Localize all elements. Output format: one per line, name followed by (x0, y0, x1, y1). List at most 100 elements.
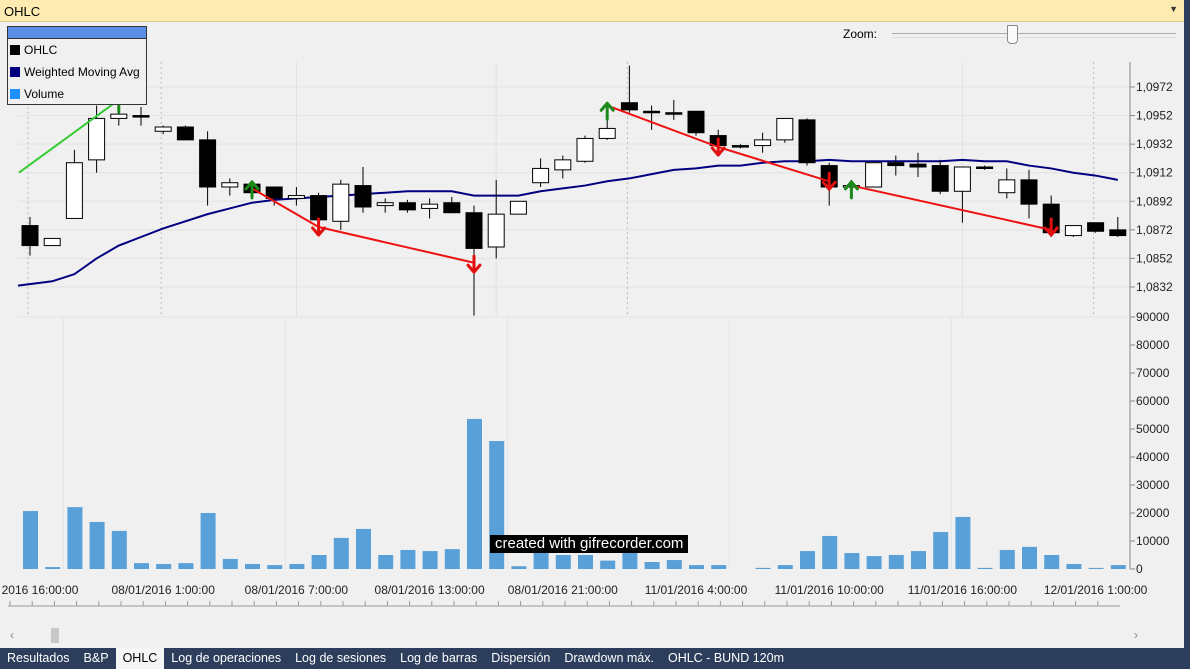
candle-body (1020, 179, 1038, 205)
scroll-right-icon[interactable]: › (1134, 628, 1138, 642)
tab-dispersi-n[interactable]: Dispersión (484, 648, 557, 669)
candle (509, 200, 527, 215)
scroll-thumb[interactable] (51, 628, 59, 643)
volume-bar (245, 563, 260, 569)
volume-bar (178, 563, 194, 569)
candle-body (509, 200, 527, 215)
candle-body (265, 186, 283, 199)
candle-body (643, 110, 661, 114)
candle (154, 125, 172, 135)
legend-header[interactable] (8, 27, 146, 39)
candle-body (598, 127, 616, 139)
volume-bar (111, 530, 127, 569)
candle-body (554, 159, 572, 171)
candle-body (1109, 229, 1127, 237)
candle-body (665, 112, 683, 115)
candle (443, 197, 461, 214)
candle (332, 179, 350, 230)
candle-body (976, 166, 994, 169)
candle (265, 186, 283, 206)
volume-tick-label: 10000 (1136, 534, 1170, 548)
candle (643, 105, 661, 130)
candle-body (310, 195, 328, 221)
tab-ohlc-bund-120m[interactable]: OHLC - BUND 120m (661, 648, 791, 669)
candle (731, 144, 749, 149)
candle-body (1087, 222, 1105, 232)
candle (487, 179, 505, 259)
tab-ohlc[interactable]: OHLC (115, 648, 165, 669)
volume-tick-label: 70000 (1136, 366, 1170, 380)
price-tick-label: 1,0912 (1136, 166, 1173, 180)
candle (376, 198, 394, 213)
candle (754, 132, 772, 153)
tab-b-p[interactable]: B&P (77, 648, 116, 669)
volume-bar (689, 565, 704, 569)
time-tick-label: 12/01/2016 1:00:00 (1044, 583, 1148, 597)
time-tick-label: 08/01/2016 7:00:00 (245, 583, 349, 597)
candle-body (754, 139, 772, 147)
volume-bar (888, 555, 904, 569)
volume-bar (289, 563, 305, 569)
candle (776, 117, 794, 143)
candle-body (998, 179, 1016, 194)
candle (287, 187, 305, 206)
candle-body (287, 195, 305, 199)
volume-bar (999, 549, 1015, 569)
volume-bar (333, 537, 349, 569)
volume-bar (555, 555, 571, 569)
ohlc-swatch-icon (10, 45, 20, 55)
volume-bar (711, 565, 727, 569)
candle-body (687, 110, 705, 134)
price-tick-label: 1,0932 (1136, 137, 1173, 151)
volume-tick-label: 60000 (1136, 394, 1170, 408)
candle (132, 107, 150, 126)
tab-drawdown-m-x-[interactable]: Drawdown máx. (557, 648, 661, 669)
candle-body (132, 115, 150, 118)
time-tick-label: 08/01/2016 21:00:00 (508, 583, 618, 597)
candle (21, 217, 39, 256)
price-tick-label: 1,0872 (1136, 223, 1173, 237)
candle (620, 65, 638, 113)
time-tick-label: 11/01/2016 16:00:00 (908, 583, 1018, 597)
candle-body (465, 212, 483, 249)
candle (909, 152, 927, 177)
volume-bar (156, 563, 172, 569)
time-tick-label: 08/01/2016 13:00:00 (375, 583, 485, 597)
tab-log-de-sesiones[interactable]: Log de sesiones (288, 648, 393, 669)
scroll-left-icon[interactable]: ‹ (10, 628, 14, 642)
tab-log-de-barras[interactable]: Log de barras (393, 648, 484, 669)
volume-bar (267, 565, 283, 569)
buy-arrow-icon (599, 101, 615, 121)
candle (576, 135, 594, 163)
price-tick-label: 1,0852 (1136, 251, 1173, 265)
wma-line (17, 158, 1118, 287)
candle (665, 99, 683, 120)
candle-body (532, 167, 550, 184)
candle (43, 237, 61, 247)
candle-body (332, 183, 350, 222)
buy-arrow-icon (843, 180, 859, 200)
candle (1109, 217, 1127, 237)
volume-tick-label: 20000 (1136, 506, 1170, 520)
volume-bar (134, 563, 149, 569)
volume-swatch-icon (10, 89, 20, 99)
volume-bar (422, 551, 438, 569)
volume-tick-label: 90000 (1136, 310, 1170, 324)
volume-tick-label: 0 (1136, 562, 1143, 576)
candle-body (931, 165, 949, 192)
tab-log-de-operaciones[interactable]: Log de operaciones (164, 648, 288, 669)
volume-bar (578, 555, 593, 569)
tab-resultados[interactable]: Resultados (0, 648, 77, 669)
wma-swatch-icon (10, 67, 20, 77)
ohlc-chart: 1,0832 1,0852 1,0872 1,0892 1,0912 1,0932 1,09… (2, 62, 1173, 607)
volume-bar (67, 507, 83, 569)
horizontal-scrollbar[interactable]: ‹ › (0, 626, 1184, 646)
candle-body (398, 202, 416, 211)
candle-body (43, 237, 61, 247)
candle (532, 158, 550, 187)
volume-bar (467, 418, 482, 569)
volume-bar (23, 511, 38, 569)
candle-body (354, 185, 372, 208)
candle (1064, 225, 1082, 237)
volume-bar (1022, 546, 1037, 569)
